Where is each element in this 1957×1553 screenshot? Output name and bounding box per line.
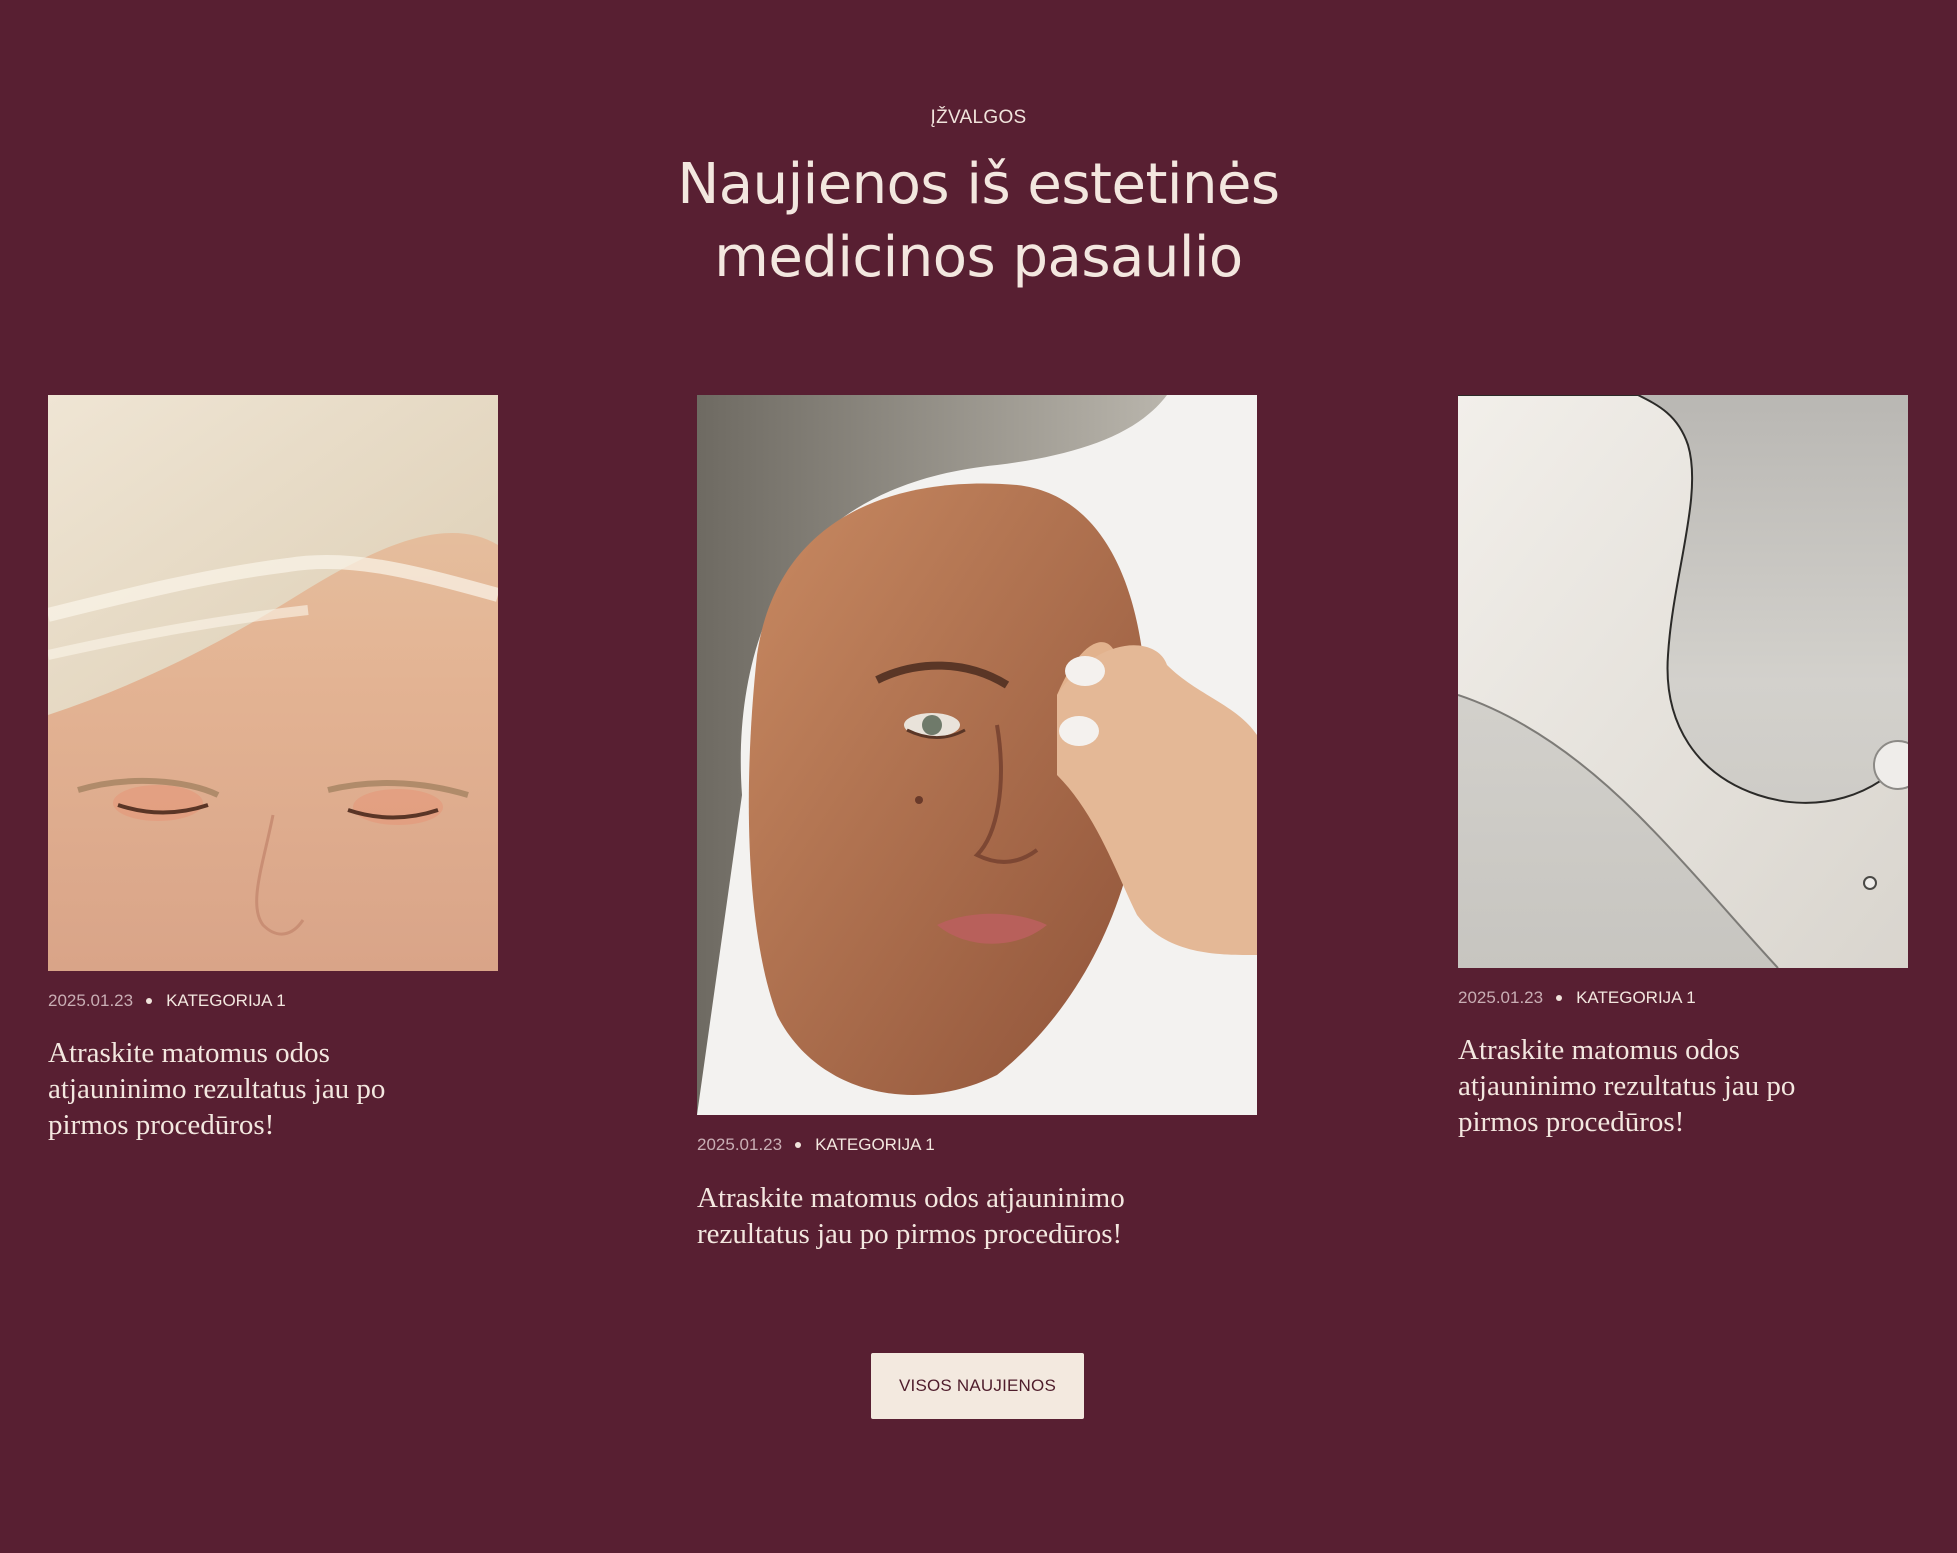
article-card-2[interactable]: 2025.01.23 KATEGORIJA 1 Atraskite matomu… xyxy=(697,395,1257,1265)
blonde-face-photo-icon[interactable] xyxy=(48,395,498,971)
section-title: Naujienos iš estetinės medicinos pasauli… xyxy=(0,148,1957,294)
bullet-separator xyxy=(795,1142,802,1148)
article-date: 2025.01.23 xyxy=(697,1135,783,1154)
article-date: 2025.01.23 xyxy=(48,991,134,1010)
all-news-button[interactable]: VISOS NAUJIENOS xyxy=(871,1353,1084,1419)
article-card-1[interactable]: 2025.01.23 KATEGORIJA 1 Atraskite matomu… xyxy=(48,395,498,1155)
article-card-3[interactable]: 2025.01.23 KATEGORIJA 1 Atraskite matomu… xyxy=(1458,395,1908,1155)
article-category[interactable]: KATEGORIJA 1 xyxy=(815,1135,935,1155)
article-title[interactable]: Atraskite matomus odos atjauninimo rezul… xyxy=(48,1035,428,1143)
section-title-line-1: Naujienos iš estetinės xyxy=(677,152,1280,217)
article-meta: 2025.01.23 KATEGORIJA 1 xyxy=(1458,988,1696,1008)
cream-texture-photo-icon[interactable] xyxy=(1458,395,1908,968)
article-title[interactable]: Atraskite matomus odos atjauninimo rezul… xyxy=(697,1180,1217,1252)
bullet-separator xyxy=(146,998,153,1004)
article-title[interactable]: Atraskite matomus odos atjauninimo rezul… xyxy=(1458,1032,1838,1140)
article-meta: 2025.01.23 KATEGORIJA 1 xyxy=(697,1135,935,1155)
section-title-line-2: medicinos pasaulio xyxy=(714,225,1243,290)
article-category[interactable]: KATEGORIJA 1 xyxy=(166,991,286,1011)
bullet-separator xyxy=(1556,995,1563,1001)
woman-applying-cream-photo-icon[interactable] xyxy=(697,395,1257,1115)
article-category[interactable]: KATEGORIJA 1 xyxy=(1576,988,1696,1008)
section-eyebrow: ĮŽVALGOS xyxy=(930,107,1027,128)
article-date: 2025.01.23 xyxy=(1458,988,1544,1007)
article-meta: 2025.01.23 KATEGORIJA 1 xyxy=(48,991,286,1011)
